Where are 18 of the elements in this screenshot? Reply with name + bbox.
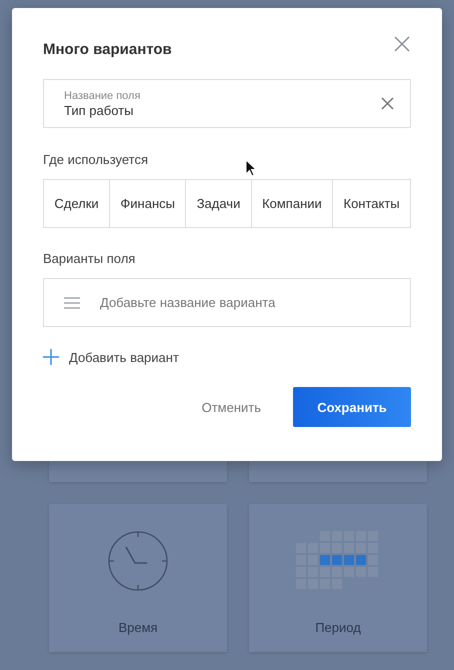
dialog-title: Много вариантов (43, 40, 172, 58)
field-value: Тип работы (64, 102, 134, 118)
section-label: Где используется (43, 152, 150, 167)
clear-icon[interactable] (381, 97, 394, 110)
section-label: Варианты поля (43, 251, 136, 266)
tile-label: Время (118, 620, 158, 635)
cursor-icon (245, 159, 257, 177)
calendar-icon (296, 530, 380, 592)
clock-icon (107, 530, 169, 592)
add-variant-link[interactable]: Добавить вариант (43, 349, 179, 365)
plus-icon (43, 349, 59, 365)
drag-handle-icon[interactable] (64, 296, 80, 308)
tile-label: Период (315, 620, 361, 635)
close-icon[interactable] (394, 36, 410, 52)
field-label: Название поля (64, 90, 140, 102)
input-field[interactable]: Название поля Тип работы (43, 79, 411, 128)
cancel-button[interactable]: Отменить (202, 400, 261, 414)
save-button[interactable]: Сохранить (293, 387, 411, 427)
